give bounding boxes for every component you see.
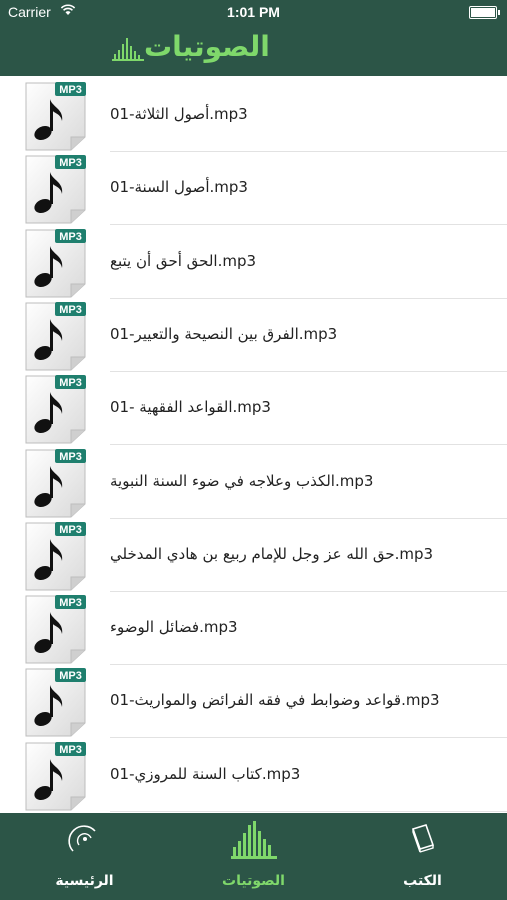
audio-waveform-icon [230, 821, 277, 859]
list-item[interactable]: MP3 أصول السنة-01.mp3 [0, 152, 507, 226]
mp3-file-thumbnail: MP3 [24, 448, 87, 518]
music-note-icon: MP3 [25, 82, 86, 151]
mp3-file-thumbnail: MP3 [24, 374, 87, 444]
mp3-file-thumbnail: MP3 [24, 228, 87, 298]
music-note-icon: MP3 [25, 228, 86, 298]
mp3-badge: MP3 [59, 157, 82, 169]
book-icon [411, 824, 434, 853]
tab-home-label: الرئيسية [55, 873, 114, 889]
mp3-file-thumbnail: MP3 [24, 667, 87, 737]
home-icon [67, 825, 96, 852]
music-note-icon: MP3 [25, 375, 86, 444]
list-item[interactable]: MP3 الحق أحق أن يتبع.mp3 [0, 226, 507, 299]
mp3-badge: MP3 [59, 377, 82, 389]
clock: 1:01 PM [227, 4, 280, 20]
mp3-file-thumbnail: MP3 [24, 81, 87, 151]
list-item[interactable]: MP3 حق الله عز وجل للإمام ربيع بن هادي ال… [0, 519, 507, 592]
music-note-icon: MP3 [25, 741, 86, 811]
mp3-file-thumbnail: MP3 [24, 594, 87, 664]
music-note-icon: MP3 [25, 668, 86, 737]
list-item[interactable]: MP3 الكذب وعلاجه في ضوء السنة النبوية.mp3 [0, 446, 507, 519]
list-item[interactable]: MP3 القواعد الفقهية -01.mp3 [0, 372, 507, 446]
navigation-bar: الصوتيات [0, 24, 507, 76]
audio-waveform-logo-icon [112, 38, 144, 61]
tab-books-label: الكتب [403, 873, 442, 889]
list-item[interactable]: MP3 فضائل الوضوء.mp3 [0, 592, 507, 666]
mp3-file-thumbnail: MP3 [24, 301, 87, 371]
list-item[interactable]: MP3 كتاب السنة للمروزي-01.mp3 [0, 739, 507, 812]
list-item-label: قواعد وضوابط في فقه الفرائض والمواريث-01… [110, 691, 440, 710]
list-item[interactable]: MP3 01-أصول الثلاثة.mp3 [0, 79, 507, 152]
list-item-label: فضائل الوضوء.mp3 [110, 618, 238, 637]
music-note-icon: MP3 [25, 521, 86, 591]
list-item-label: 01-أصول الثلاثة.mp3 [110, 105, 248, 123]
mp3-file-thumbnail: MP3 [24, 521, 87, 591]
battery-icon [469, 6, 500, 19]
list-item-label: الكذب وعلاجه في ضوء السنة النبوية.mp3 [110, 471, 374, 490]
list-item[interactable]: MP3 قواعد وضوابط في فقه الفرائض والمواريث… [0, 665, 507, 739]
list-item-label: الحق أحق أن يتبع.mp3 [110, 251, 257, 270]
mp3-badge: MP3 [59, 597, 82, 609]
mp3-badge: MP3 [59, 524, 82, 536]
list-item-label: كتاب السنة للمروزي-01.mp3 [110, 764, 301, 783]
tab-audio-label: الصوتيات [222, 873, 285, 889]
mp3-badge: MP3 [59, 84, 82, 96]
status-bar: Carrier 1:01 PM [0, 0, 507, 24]
mp3-badge: MP3 [59, 231, 82, 243]
list-item-label: أصول السنة-01.mp3 [110, 178, 248, 197]
tab-home[interactable]: الرئيسية [0, 813, 169, 900]
list-item[interactable]: MP3 الفرق بين النصيحة والتعيير-01.mp3 [0, 299, 507, 372]
audio-file-list[interactable]: MP3 01-أصول الثلاثة.mp3 MP3 أصول السنة-01.m… [0, 79, 507, 813]
music-note-icon: MP3 [25, 595, 86, 664]
list-item-label: القواعد الفقهية -01.mp3 [110, 398, 271, 417]
mp3-badge: MP3 [59, 744, 82, 756]
page-title: الصوتيات [144, 30, 270, 63]
mp3-file-thumbnail: MP3 [24, 741, 87, 811]
list-item-label: الفرق بين النصيحة والتعيير-01.mp3 [110, 324, 338, 343]
music-note-icon: MP3 [25, 448, 86, 517]
mp3-file-thumbnail: MP3 [24, 154, 87, 224]
mp3-badge: MP3 [59, 451, 82, 463]
music-note-icon: MP3 [25, 301, 86, 371]
tab-bar: الكتب الصوتيات الرئيسية [0, 813, 507, 900]
mp3-badge: MP3 [59, 670, 82, 682]
tab-audio[interactable]: الصوتيات [169, 813, 338, 900]
mp3-badge: MP3 [59, 304, 82, 316]
list-item-label: حق الله عز وجل للإمام ربيع بن هادي المدخ… [110, 544, 434, 563]
music-note-icon: MP3 [25, 155, 86, 224]
tab-books[interactable]: الكتب [338, 813, 507, 900]
